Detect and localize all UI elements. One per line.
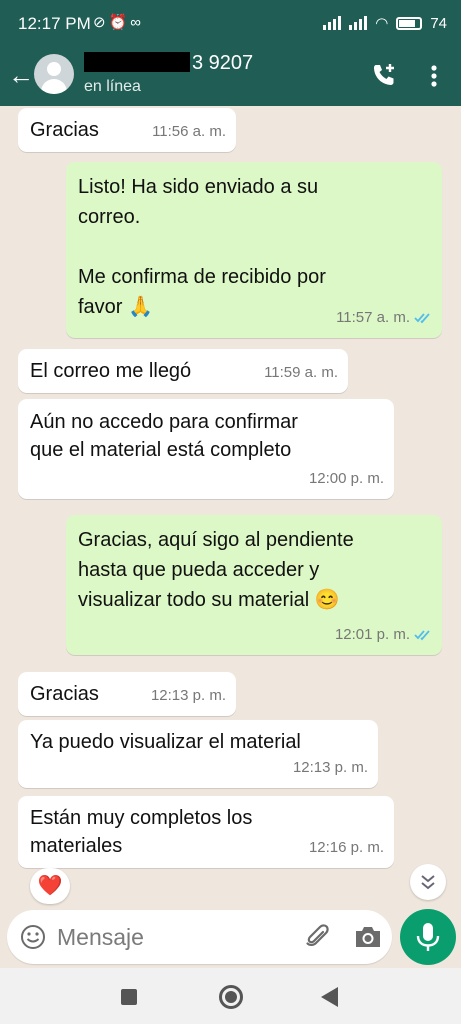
status-right: ◠ 74 xyxy=(323,14,447,32)
message-meta: 12:00 p. m. xyxy=(309,465,384,493)
message-bubble[interactable]: Gracias 12:13 p. m. xyxy=(18,672,236,716)
status-bar: 12:17 PM ⊘⏰∞ ◠ 74 xyxy=(0,0,461,48)
read-ticks-icon xyxy=(414,630,430,641)
message-text: Listo! Ha sido enviado a su correo. Me c… xyxy=(78,176,326,318)
chat-area[interactable]: Gracias 11:56 a. m. Listo! Ha sido envia… xyxy=(0,106,461,906)
back-arrow-icon[interactable]: ← xyxy=(8,62,34,88)
contact-status: en línea xyxy=(84,78,141,95)
mic-icon xyxy=(416,923,440,951)
message-bubble[interactable]: Gracias 11:56 a. m. xyxy=(18,108,236,152)
notification-icons: ⊘⏰∞ xyxy=(93,14,144,31)
message-time: 12:13 p. m. xyxy=(150,687,226,704)
heart-reaction[interactable]: ❤️ xyxy=(30,868,70,904)
message-text: Gracias, aquí sigo al pendiente hasta qu… xyxy=(78,529,354,611)
message-time: 11:56 a. m. xyxy=(152,123,226,140)
message-bubble[interactable]: Listo! Ha sido enviado a su correo. Me c… xyxy=(66,162,442,338)
message-meta: 11:56 a. m. xyxy=(152,118,226,146)
status-time: 12:17 PM xyxy=(18,14,91,33)
message-bubble[interactable]: Ya puedo visualizar el material 12:13 p.… xyxy=(18,720,378,788)
contact-name[interactable]: 3 9207 xyxy=(84,52,253,75)
signal-icon xyxy=(323,16,342,30)
message-bubble[interactable]: Están muy completos los materiales 12:16… xyxy=(18,796,394,868)
chat-header: ← 3 9207 en línea xyxy=(0,48,461,106)
message-meta: 12:01 p. m. xyxy=(335,621,432,649)
system-back-button[interactable] xyxy=(321,987,338,1007)
scroll-down-icon[interactable] xyxy=(410,864,446,900)
message-meta: 11:57 a. m. xyxy=(336,304,432,332)
emoji-icon[interactable] xyxy=(19,923,47,951)
message-time: 11:59 a. m. xyxy=(264,364,338,381)
battery-icon xyxy=(396,16,423,30)
message-input[interactable] xyxy=(57,920,287,954)
message-bubble[interactable]: El correo me llegó 11:59 a. m. xyxy=(18,349,348,393)
message-time: 12:16 p. m. xyxy=(308,839,384,856)
avatar[interactable] xyxy=(34,54,74,94)
system-nav-bar xyxy=(0,968,461,1024)
mic-button[interactable] xyxy=(400,909,456,965)
contact-name-text: 3 9207 xyxy=(192,52,254,74)
message-composer xyxy=(7,910,392,964)
message-bubble[interactable]: Aún no accedo para confirmar que el mate… xyxy=(18,399,394,499)
more-options-icon[interactable] xyxy=(424,62,444,90)
message-text: Ya puedo visualizar el material xyxy=(30,731,301,753)
message-meta: 11:59 a. m. xyxy=(264,359,338,387)
message-time: 12:01 p. m. xyxy=(334,626,410,643)
home-button[interactable] xyxy=(219,985,243,1009)
wifi-icon: ◠ xyxy=(375,15,389,32)
message-time: 11:57 a. m. xyxy=(336,309,410,326)
message-bubble[interactable]: Gracias, aquí sigo al pendiente hasta qu… xyxy=(66,515,442,655)
message-time: 12:00 p. m. xyxy=(308,470,384,487)
message-time: 12:13 p. m. xyxy=(292,759,368,776)
camera-icon[interactable] xyxy=(353,923,383,951)
recent-apps-button[interactable] xyxy=(121,989,137,1005)
signal-icon-2 xyxy=(349,16,368,30)
add-call-icon[interactable] xyxy=(370,61,398,89)
redaction-bar xyxy=(84,52,190,72)
battery-level: 74 xyxy=(430,14,447,32)
message-meta: 12:16 p. m. xyxy=(309,834,384,862)
message-meta: 12:13 p. m. xyxy=(293,754,368,782)
read-ticks-icon xyxy=(414,313,430,324)
message-text: Aún no accedo para confirmar que el mate… xyxy=(30,411,298,461)
message-meta: 12:13 p. m. xyxy=(151,682,226,710)
attach-icon[interactable] xyxy=(303,922,331,952)
